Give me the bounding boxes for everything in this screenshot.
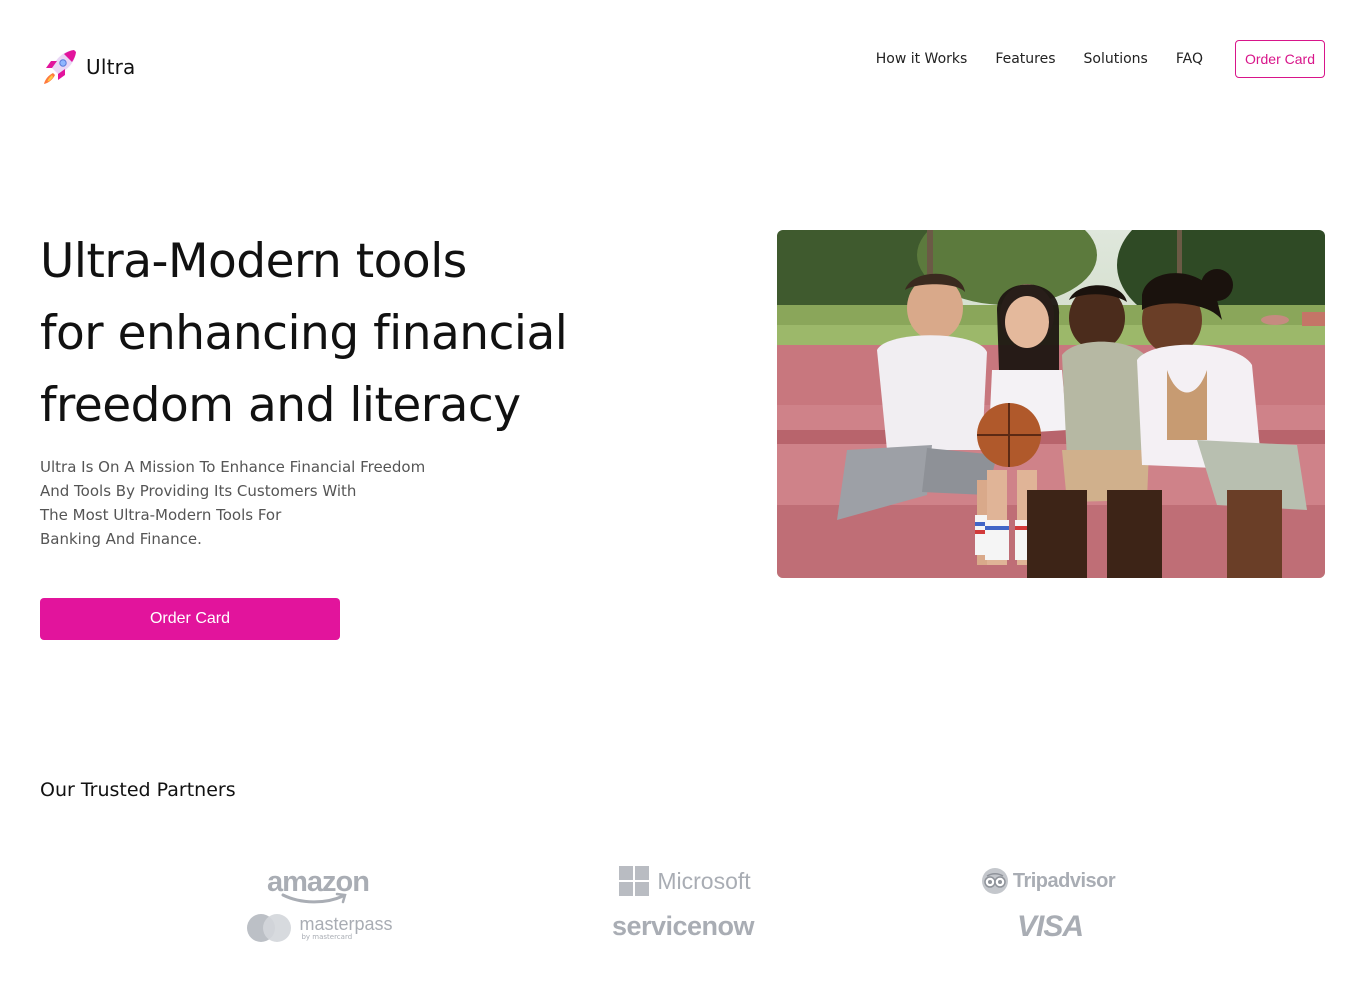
servicenow-wordmark: servicenow	[611, 910, 755, 941]
site-header: Ultra How it Works Features Solutions FA…	[0, 0, 1365, 120]
nav-features[interactable]: Features	[995, 51, 1055, 67]
hero-title-line: freedom and literacy	[40, 378, 521, 433]
hero-description-line: And Tools By Providing Its Customers Wit…	[40, 482, 357, 500]
masterpass-logo: masterpass by mastercard	[240, 908, 400, 948]
nav-faq[interactable]: FAQ	[1176, 51, 1203, 67]
tripadvisor-wordmark: Tripadvisor	[1012, 869, 1116, 892]
visa-logo: VISA	[990, 906, 1110, 948]
visa-wordmark: VISA	[1016, 910, 1084, 943]
masterpass-wordmark: masterpass	[299, 914, 393, 934]
rocket-icon	[44, 50, 76, 84]
hero-title-line: for enhancing financial	[40, 306, 568, 361]
hero-description-line: The Most Ultra-Modern Tools For	[40, 506, 282, 524]
tripadvisor-logo: Tripadvisor	[978, 864, 1118, 898]
friends-photo-illustration	[777, 230, 1325, 578]
hero-order-card-button[interactable]: Order Card	[40, 598, 340, 640]
microsoft-logo: Microsoft	[605, 862, 765, 900]
nav-how-it-works[interactable]: How it Works	[876, 51, 968, 67]
owl-icon	[981, 868, 1008, 894]
hero-title-line: Ultra-Modern tools	[40, 234, 467, 289]
partners-title: Our Trusted Partners	[40, 779, 236, 801]
masterpass-subtitle: by mastercard	[301, 933, 353, 941]
microsoft-wordmark: Microsoft	[657, 867, 751, 894]
hero-title: Ultra-Modern tools for enhancing financi…	[40, 226, 720, 442]
brand-logo[interactable]: Ultra	[40, 46, 136, 88]
hero-photo	[777, 230, 1325, 578]
hero-description-line: Banking And Finance.	[40, 530, 202, 548]
brand-name: Ultra	[86, 55, 136, 79]
nav-solutions[interactable]: Solutions	[1084, 51, 1148, 67]
hero-description: Ultra Is On A Mission To Enhance Financi…	[40, 455, 470, 551]
amazon-logo: amazon	[238, 860, 398, 904]
nav-order-card-button[interactable]: Order Card	[1234, 40, 1325, 78]
microsoft-windows-icon	[619, 866, 650, 896]
amazon-smile-icon	[281, 892, 347, 903]
masterpass-circles-icon	[247, 914, 292, 942]
servicenow-logo: servicenow	[598, 905, 768, 947]
hero-description-line: Ultra Is On A Mission To Enhance Financi…	[40, 458, 426, 476]
main-nav: How it Works Features Solutions FAQ Orde…	[876, 40, 1325, 78]
